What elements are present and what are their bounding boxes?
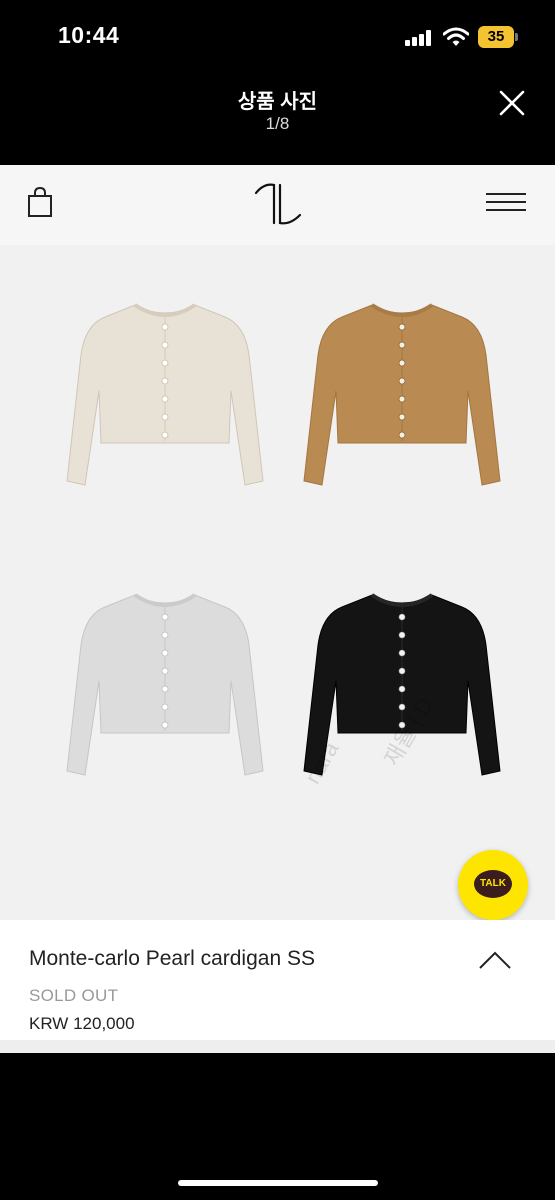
home-indicator[interactable] — [178, 1180, 378, 1186]
cardigan-ivory-image — [66, 303, 264, 486]
battery-level: 35 — [478, 26, 514, 48]
photo-counter: 1/8 — [265, 114, 290, 133]
product-name: Monte-carlo Pearl cardigan SS — [29, 947, 315, 970]
photo-bottom-edge — [0, 1040, 555, 1053]
chevron-up-icon — [479, 951, 511, 969]
battery-icon: 35 — [478, 26, 518, 48]
status-bar: 10:44 35 — [0, 0, 555, 75]
product-info-panel: Monte-carlo Pearl cardigan SS SOLD OUT K… — [0, 920, 555, 1040]
product-photo[interactable]: nara 재율 | D TALK Monte-carlo Pearl cardi… — [0, 165, 555, 1053]
cardigan-grey-image — [66, 593, 264, 776]
hamburger-menu-icon — [486, 191, 528, 213]
close-icon[interactable] — [496, 87, 528, 119]
talk-label: TALK — [480, 878, 506, 889]
shopping-bag-icon — [28, 187, 52, 217]
photo-viewer-header: 상품 사진 1/8 — [0, 75, 555, 165]
cardigan-camel-image — [303, 303, 501, 486]
brand-logo — [254, 183, 302, 225]
kakao-talk-button[interactable]: TALK — [458, 850, 528, 920]
status-time: 10:44 — [58, 22, 120, 48]
cellular-signal-icon — [405, 30, 433, 46]
product-color-grid: nara 재율 | D — [0, 245, 555, 920]
product-price: KRW 120,000 — [29, 1014, 135, 1033]
viewer-title: 상품 사진 — [237, 91, 318, 113]
chat-bubble-icon: TALK — [474, 870, 512, 898]
sold-out-badge: SOLD OUT — [29, 986, 119, 1005]
shop-header — [0, 165, 555, 245]
wifi-icon — [443, 27, 469, 46]
